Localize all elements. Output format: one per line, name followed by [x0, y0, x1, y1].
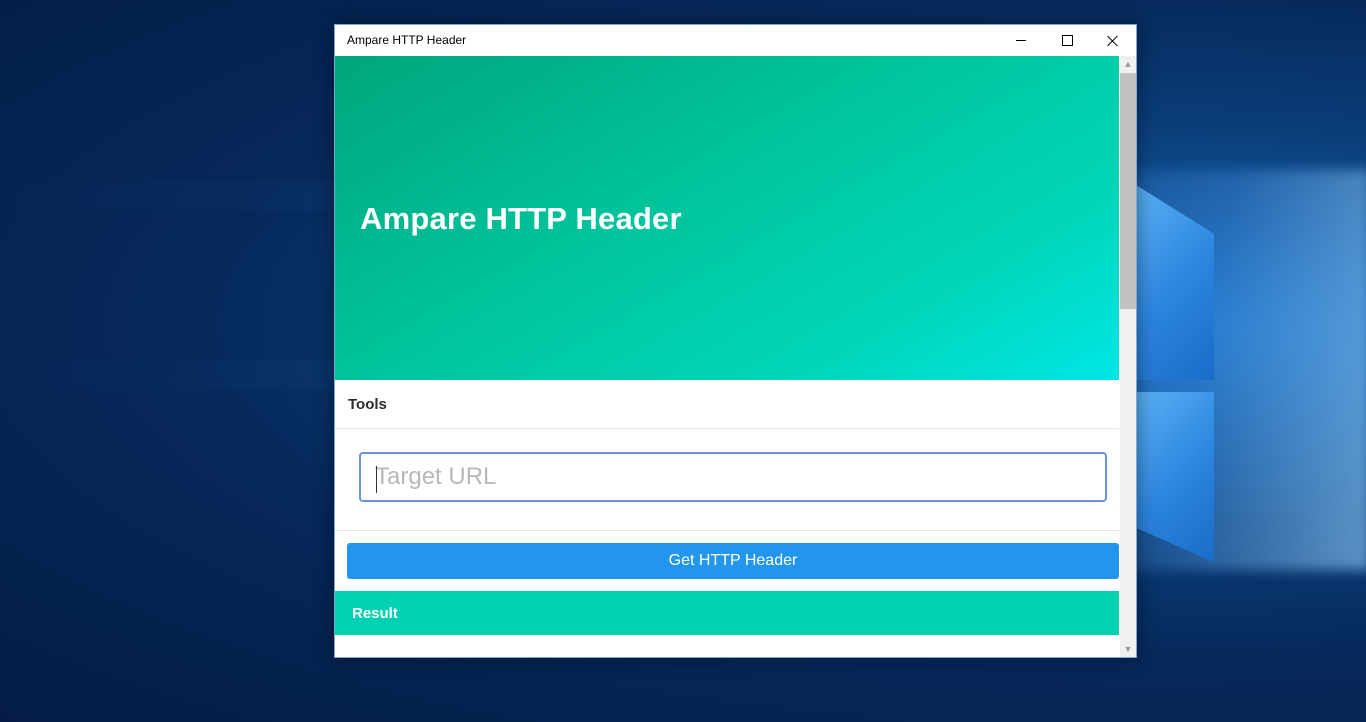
close-button[interactable] — [1090, 25, 1136, 56]
text-caret — [376, 466, 377, 493]
tools-section-header: Tools — [335, 380, 1119, 429]
maximize-icon — [1061, 35, 1073, 46]
hero-title: Ampare HTTP Header — [360, 201, 682, 236]
result-heading: Result — [352, 605, 398, 622]
url-input-row — [335, 429, 1119, 531]
tools-heading: Tools — [348, 396, 387, 413]
minimize-button[interactable] — [998, 25, 1044, 56]
result-output — [335, 635, 1119, 657]
scroll-up-arrow-icon[interactable]: ▲ — [1120, 56, 1136, 72]
target-url-input[interactable] — [359, 452, 1107, 502]
minimize-icon — [1016, 40, 1026, 41]
app-window: Ampare HTTP Header Ampare HTTP Header To… — [334, 24, 1137, 658]
scrollbar-thumb[interactable] — [1120, 73, 1136, 309]
app-content: Ampare HTTP Header Tools Get HTTP Header… — [335, 56, 1119, 657]
scroll-down-arrow-icon[interactable]: ▼ — [1120, 641, 1136, 657]
result-section-header: Result — [335, 591, 1119, 635]
window-title: Ampare HTTP Header — [347, 33, 467, 47]
maximize-button[interactable] — [1044, 25, 1090, 56]
close-icon — [1107, 35, 1119, 47]
hero-banner: Ampare HTTP Header — [335, 56, 1119, 380]
vertical-scrollbar[interactable]: ▲ ▼ — [1120, 56, 1136, 657]
title-bar[interactable]: Ampare HTTP Header — [335, 25, 1136, 56]
get-http-header-button[interactable]: Get HTTP Header — [347, 543, 1119, 579]
